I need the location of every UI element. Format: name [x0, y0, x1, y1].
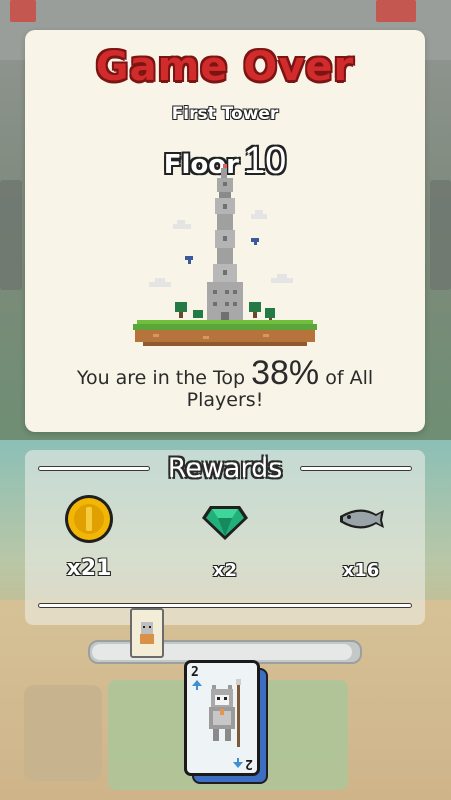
next-card-preview: [130, 608, 164, 658]
card-face: 2 2: [184, 660, 260, 776]
rank-percent: 38%: [251, 354, 320, 392]
player-card[interactable]: 2 2: [184, 660, 268, 784]
reward-count-fish: x16: [342, 560, 380, 581]
reward-item-fish: x16: [301, 490, 421, 590]
game-over-panel: Game Over First Tower Floor 10 You are i…: [25, 30, 425, 432]
rank-suffix: of All: [325, 367, 374, 389]
gold-coin-icon: [65, 495, 113, 543]
tower-illustration: [133, 164, 317, 346]
rank-prefix: You are in the Top: [76, 367, 246, 389]
rewards-title: Rewards: [167, 453, 283, 484]
card-rank-top: 2: [191, 665, 199, 680]
rank-text: You are in the Top 38% of All Players!: [45, 356, 405, 411]
reward-count-gold: x21: [66, 556, 112, 581]
fish-icon: [340, 509, 384, 529]
game-over-title: Game Over: [95, 44, 355, 90]
background-banner: [10, 0, 36, 22]
knight-cat-art: [209, 679, 241, 747]
reward-item-gold: x21: [29, 490, 149, 590]
reward-item-gem: x2: [165, 490, 285, 590]
emerald-gem-icon: [202, 506, 248, 540]
reward-count-gem: x2: [212, 560, 238, 581]
spade-icon: [233, 758, 243, 768]
background-banner: [376, 0, 416, 22]
card-rank-bottom: 2: [245, 756, 253, 771]
background-pillar: [430, 180, 451, 290]
rank-suffix-line2: Players!: [186, 389, 264, 411]
background-card-slot: [24, 685, 102, 781]
background-pillar: [0, 180, 22, 290]
rewards-panel: Rewards x21 x2 x16: [25, 450, 425, 625]
divider: [39, 604, 411, 607]
tower-name: First Tower: [171, 104, 279, 124]
